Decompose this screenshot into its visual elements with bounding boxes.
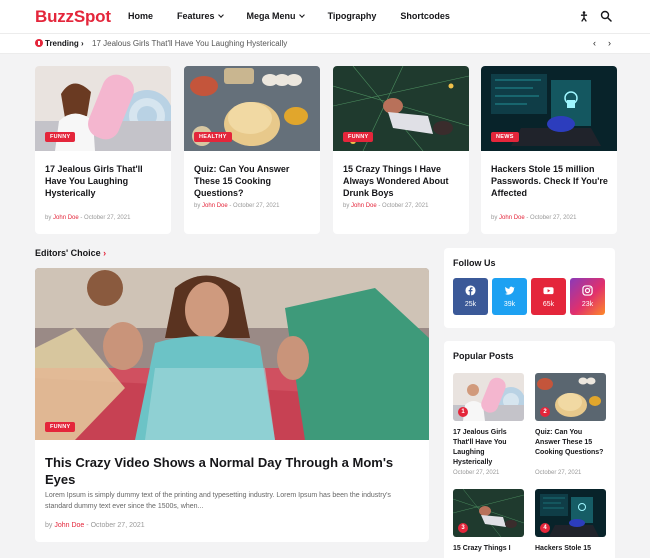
main-nav: Home Features Mega Menu Tipography Short… — [128, 11, 474, 21]
post-meta: by John Doe - October 27, 2021 — [491, 215, 577, 221]
follower-count: 23k — [581, 301, 594, 308]
follower-count: 65k — [542, 301, 555, 308]
category-badge[interactable]: HEALTHY — [194, 132, 232, 142]
follower-count: 39k — [503, 301, 516, 308]
post-title[interactable]: Quiz: Can You Answer These 15 Cooking Qu… — [194, 163, 312, 199]
post-meta: by John Doe - October 27, 2021 — [194, 203, 280, 209]
trending-icon — [35, 39, 43, 47]
nav-features[interactable]: Features — [177, 11, 224, 21]
twitter-button[interactable]: 39k — [492, 278, 527, 315]
instagram-button[interactable]: 23k — [570, 278, 605, 315]
author-link[interactable]: John Doe — [53, 215, 79, 221]
nav-home[interactable]: Home — [128, 11, 153, 21]
trending-label: Trending › — [45, 39, 84, 48]
nav-shortcodes[interactable]: Shortcodes — [400, 11, 450, 21]
post-card[interactable]: FUNNY 15 Crazy Things I Have Always Wond… — [333, 66, 469, 234]
rank-badge: 4 — [540, 523, 550, 533]
popular-post-title[interactable]: 15 Crazy Things I — [453, 544, 524, 554]
popular-post-title[interactable]: Quiz: Can You Answer These 15 Cooking Qu… — [535, 428, 606, 458]
post-card[interactable]: NEWS Hackers Stole 15 million Passwords.… — [481, 66, 617, 234]
nav-mega-menu[interactable]: Mega Menu — [247, 11, 305, 21]
category-badge[interactable]: NEWS — [491, 132, 519, 142]
trending-bar: Trending › 17 Jealous Girls That'll Have… — [0, 34, 650, 54]
featured-post-title[interactable]: This Crazy Video Shows a Normal Day Thro… — [45, 454, 405, 488]
popular-posts-widget: Popular Posts 1 17 Jealous Girls That'll… — [444, 341, 615, 558]
nav-tipography[interactable]: Tipography — [328, 11, 377, 21]
dark-mode-icon[interactable] — [578, 10, 590, 22]
trending-headline[interactable]: 17 Jealous Girls That'll Have You Laughi… — [92, 39, 287, 48]
follow-us-widget: Follow Us 25k 39k 65k 23k — [444, 248, 615, 328]
post-title[interactable]: Hackers Stole 15 million Passwords. Chec… — [491, 163, 609, 199]
follower-count: 25k — [464, 301, 477, 308]
chevron-down-icon — [217, 11, 224, 18]
author-link[interactable]: John Doe — [54, 522, 84, 529]
post-title[interactable]: 15 Crazy Things I Have Always Wondered A… — [343, 163, 461, 199]
search-icon[interactable] — [600, 10, 612, 22]
featured-post-excerpt: Lorem Ipsum is simply dummy text of the … — [45, 492, 391, 510]
author-link[interactable]: John Doe — [202, 203, 228, 209]
chevron-down-icon — [298, 11, 305, 18]
site-logo[interactable]: BuzzSpot — [35, 7, 111, 27]
post-thumbnail[interactable]: FUNNY — [333, 66, 469, 151]
section-title[interactable]: Editors' Choice › — [35, 248, 106, 258]
featured-thumbnail[interactable]: FUNNY — [35, 268, 429, 440]
youtube-icon — [543, 287, 554, 295]
post-title[interactable]: 17 Jealous Girls That'll Have You Laughi… — [45, 163, 163, 199]
post-meta: by John Doe - October 27, 2021 — [45, 522, 145, 529]
author-link[interactable]: John Doe — [499, 215, 525, 221]
post-card[interactable]: HEALTHY Quiz: Can You Answer These 15 Co… — [184, 66, 320, 234]
post-date: October 27, 2021 — [453, 470, 500, 476]
popular-post-title[interactable]: Hackers Stole 15 — [535, 544, 606, 554]
post-card[interactable]: FUNNY 17 Jealous Girls That'll Have You … — [35, 66, 171, 234]
post-thumbnail[interactable]: FUNNY — [35, 66, 171, 151]
post-thumbnail[interactable]: NEWS — [481, 66, 617, 151]
widget-title: Follow Us — [453, 258, 496, 268]
category-badge[interactable]: FUNNY — [45, 422, 76, 432]
youtube-button[interactable]: 65k — [531, 278, 566, 315]
rank-badge: 1 — [458, 407, 468, 417]
site-header: BuzzSpot Home Features Mega Menu Tipogra… — [0, 0, 650, 34]
category-badge[interactable]: FUNNY — [45, 132, 76, 142]
twitter-icon — [504, 286, 515, 295]
chevron-right-icon: › — [103, 248, 107, 258]
widget-title: Popular Posts — [453, 351, 514, 361]
rank-badge: 2 — [540, 407, 550, 417]
chevron-right-icon[interactable]: › — [608, 38, 611, 48]
instagram-icon — [582, 285, 593, 296]
post-date: October 27, 2021 — [535, 470, 582, 476]
category-badge[interactable]: FUNNY — [343, 132, 374, 142]
author-link[interactable]: John Doe — [351, 203, 377, 209]
facebook-button[interactable]: 25k — [453, 278, 488, 315]
popular-post-title[interactable]: 17 Jealous Girls That'll Have You Laughi… — [453, 428, 524, 468]
post-meta: by John Doe - October 27, 2021 — [343, 203, 429, 209]
post-meta: by John Doe - October 27, 2021 — [45, 215, 131, 221]
rank-badge: 3 — [458, 523, 468, 533]
featured-post[interactable]: FUNNY This Crazy Video Shows a Normal Da… — [35, 268, 429, 542]
chevron-left-icon[interactable]: ‹ — [593, 38, 596, 48]
post-thumbnail[interactable]: HEALTHY — [184, 66, 320, 151]
facebook-icon — [465, 285, 476, 296]
